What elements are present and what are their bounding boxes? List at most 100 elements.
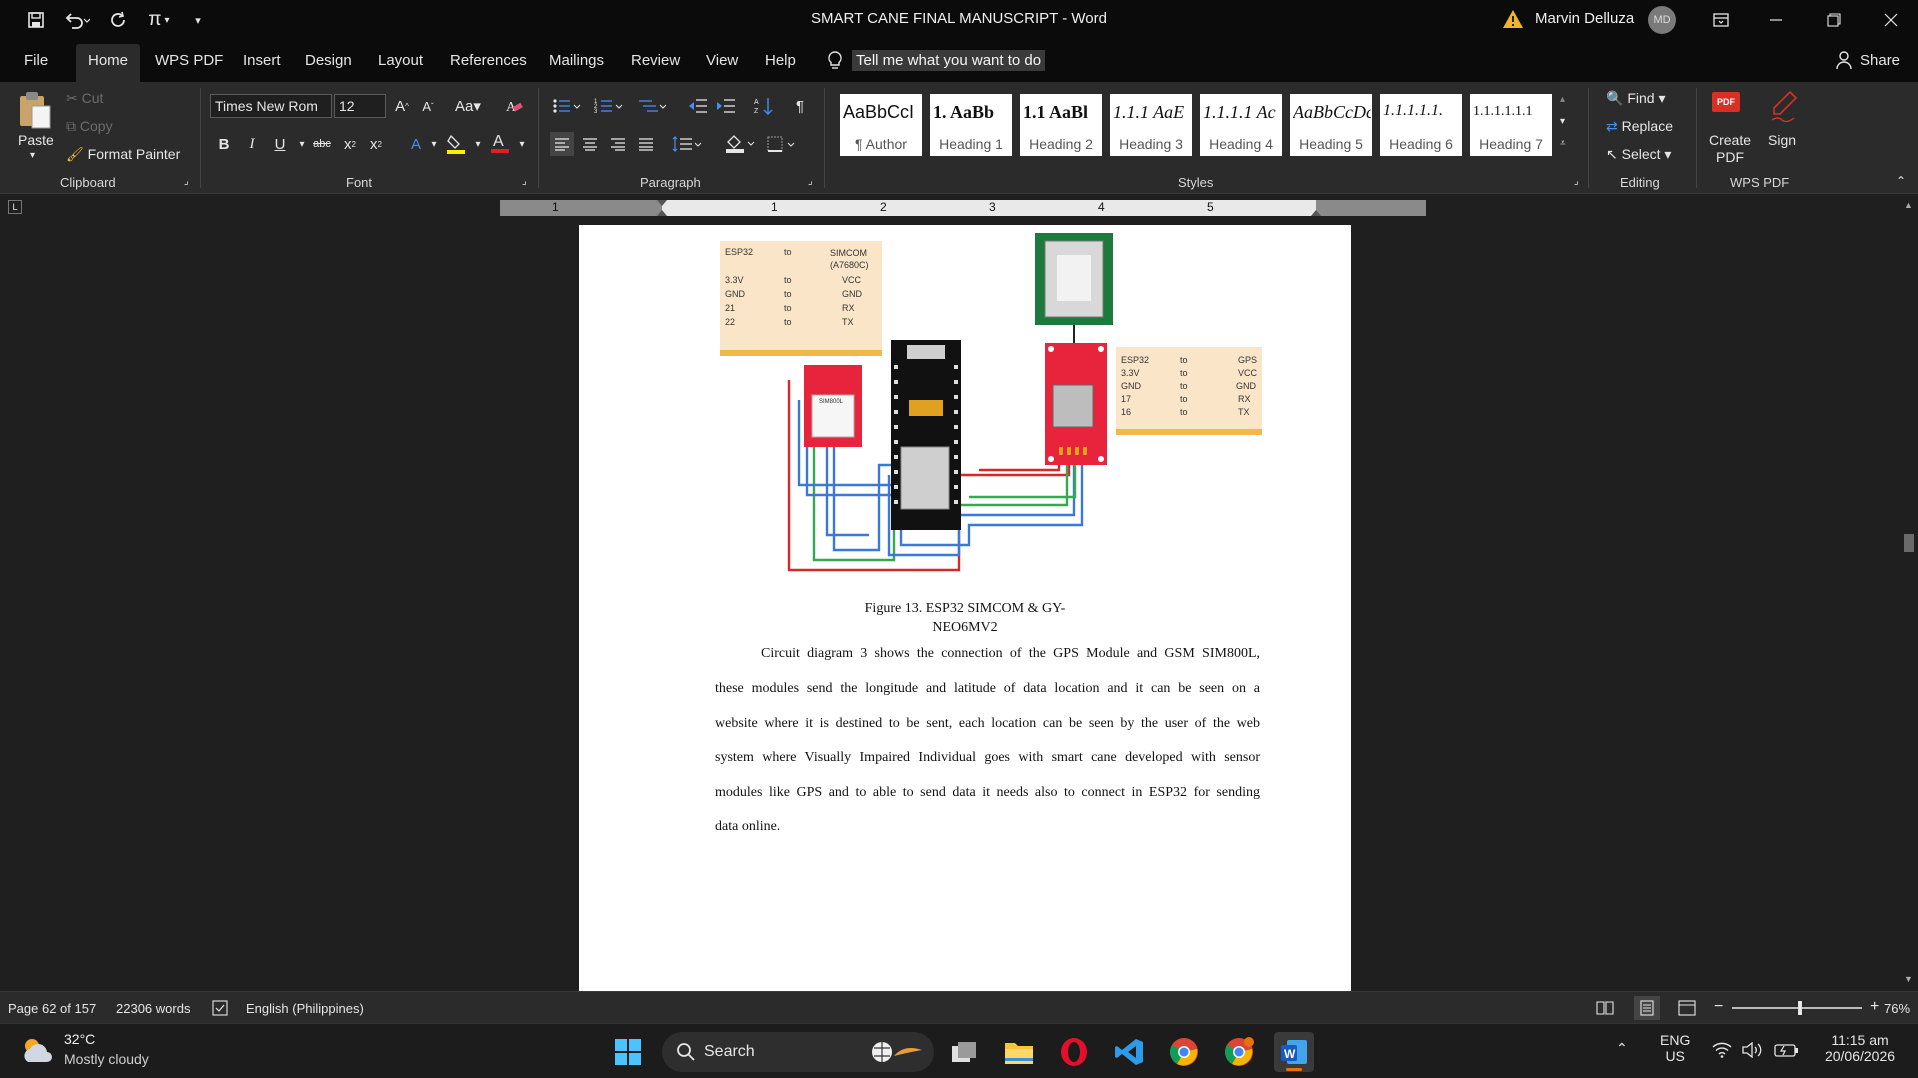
zoom-level[interactable]: 76% — [1884, 1001, 1910, 1016]
language-indicator[interactable]: English (Philippines) — [246, 1001, 364, 1016]
styles-scroll-down-icon[interactable]: ▾ — [1560, 116, 1565, 127]
paste-dropdown-icon[interactable]: ▾ — [30, 150, 35, 161]
tab-home[interactable]: Home — [76, 44, 141, 82]
proofing-icon[interactable] — [212, 1000, 228, 1016]
web-layout-icon[interactable] — [1678, 1000, 1696, 1016]
strikethrough-icon[interactable]: abc — [310, 132, 334, 156]
tab-wps-pdf[interactable]: WPS PDF — [155, 52, 223, 69]
justify-icon[interactable] — [634, 132, 658, 156]
weather-description[interactable]: Mostly cloudy — [64, 1051, 149, 1067]
font-name-box[interactable]: Times New Rom — [210, 94, 332, 118]
borders-icon[interactable] — [764, 132, 800, 156]
document-page[interactable]: SIM800L ESP32 to SIMCOM (A7680C) 3.3V to… — [579, 225, 1351, 991]
show-formatting-marks-icon[interactable]: ¶ — [788, 94, 812, 118]
highlight-dropdown-icon[interactable]: ▾ — [466, 132, 490, 156]
chrome-icon[interactable] — [1164, 1032, 1204, 1072]
indent-marker-icon[interactable] — [657, 200, 667, 216]
styles-more-icon[interactable]: ⩡ — [1560, 138, 1566, 149]
multilevel-list-icon[interactable] — [636, 94, 670, 118]
font-size-box[interactable]: 12 — [334, 94, 386, 118]
battery-icon[interactable] — [1774, 1042, 1800, 1058]
weather-icon[interactable] — [20, 1036, 56, 1064]
chrome-profile-icon[interactable] — [1219, 1032, 1259, 1072]
taskbar-search-box[interactable]: Search — [662, 1032, 934, 1072]
text-effects-dropdown-icon[interactable]: ▾ — [422, 132, 446, 156]
superscript-icon[interactable]: x2 — [364, 132, 388, 156]
font-launcher-icon[interactable]: ⌟ — [522, 176, 527, 187]
style-heading-3[interactable]: 1.1.1 AaE Heading 3 — [1110, 94, 1192, 156]
wifi-icon[interactable] — [1712, 1042, 1732, 1058]
tab-mailings[interactable]: Mailings — [549, 52, 604, 69]
cut-button[interactable]: ✂ Cut — [66, 90, 103, 107]
file-explorer-icon[interactable] — [999, 1032, 1039, 1072]
zoom-out-icon[interactable]: − — [1714, 998, 1723, 1016]
style-heading-6[interactable]: 1.1.1.1.1. Heading 6 — [1380, 94, 1462, 156]
style-heading-4[interactable]: 1.1.1.1 Ac Heading 4 — [1200, 94, 1282, 156]
right-indent-marker-icon[interactable] — [1311, 208, 1321, 216]
scroll-down-icon[interactable]: ▼ — [1904, 974, 1913, 984]
show-hidden-icons-icon[interactable]: ⌃ — [1616, 1040, 1628, 1057]
close-icon[interactable] — [1868, 0, 1914, 40]
numbering-icon[interactable]: 123 — [592, 94, 626, 118]
style-heading-7[interactable]: 1.1.1.1.1.1 Heading 7 — [1470, 94, 1552, 156]
line-spacing-icon[interactable] — [670, 132, 704, 156]
paragraph-launcher-icon[interactable]: ⌟ — [808, 176, 813, 187]
bold-icon[interactable]: B — [212, 132, 236, 156]
scrollbar-thumb[interactable] — [1904, 534, 1914, 552]
zoom-slider-thumb[interactable] — [1798, 1001, 1802, 1015]
print-layout-icon[interactable] — [1634, 996, 1660, 1020]
vscode-icon[interactable] — [1109, 1032, 1149, 1072]
tab-layout[interactable]: Layout — [378, 52, 423, 69]
change-case-button[interactable]: Aa ▾ — [452, 94, 484, 118]
increase-indent-icon[interactable] — [714, 94, 738, 118]
style-heading-5[interactable]: AaBbCcDc Heading 5 — [1290, 94, 1372, 156]
save-icon[interactable] — [22, 8, 50, 32]
paste-button[interactable]: Paste — [18, 132, 54, 148]
undo-icon[interactable] — [60, 8, 94, 32]
align-left-icon[interactable] — [550, 132, 574, 156]
underline-icon[interactable]: U — [268, 132, 292, 156]
clipboard-launcher-icon[interactable]: ⌟ — [184, 176, 189, 187]
redo-icon[interactable] — [106, 8, 132, 32]
clock[interactable]: 11:15 am 20/06/2026 — [1818, 1032, 1902, 1064]
collapse-ribbon-icon[interactable]: ⌃ — [1896, 174, 1906, 188]
copy-button[interactable]: ⧉ Copy — [66, 118, 113, 135]
sign-button[interactable]: Sign — [1768, 132, 1796, 148]
shrink-font-icon[interactable]: Aˇ — [416, 94, 440, 118]
style-heading-1[interactable]: 1. AaBb Heading 1 — [930, 94, 1012, 156]
sign-pen-icon[interactable] — [1770, 90, 1798, 122]
style-heading-2[interactable]: 1.1 AaBl Heading 2 — [1020, 94, 1102, 156]
highlight-color-icon[interactable] — [444, 132, 468, 156]
subscript-icon[interactable]: x2 — [338, 132, 362, 156]
avatar[interactable]: MD — [1648, 6, 1676, 34]
create-pdf-icon[interactable]: PDF — [1712, 92, 1740, 112]
align-center-icon[interactable] — [578, 132, 602, 156]
align-right-icon[interactable] — [606, 132, 630, 156]
customize-qat-icon[interactable]: ▾ — [190, 8, 206, 32]
restore-icon[interactable] — [1811, 0, 1857, 40]
find-button[interactable]: 🔍 Find ▾ — [1606, 90, 1665, 107]
zoom-in-icon[interactable]: + — [1870, 998, 1879, 1016]
bullets-icon[interactable] — [550, 94, 584, 118]
clear-formatting-icon[interactable]: A — [502, 94, 526, 118]
style-author[interactable]: AaBbCcI ¶ Author — [840, 94, 922, 156]
warning-icon[interactable] — [1502, 8, 1524, 30]
font-color-icon[interactable]: A — [488, 130, 512, 154]
volume-icon[interactable] — [1742, 1042, 1764, 1058]
task-view-icon[interactable] — [944, 1032, 984, 1072]
minimize-icon[interactable] — [1753, 0, 1799, 40]
select-button[interactable]: ↖ Select ▾ — [1606, 146, 1671, 163]
decrease-indent-icon[interactable] — [686, 94, 710, 118]
user-name[interactable]: Marvin Delluza — [1535, 10, 1634, 27]
font-color-dropdown-icon[interactable]: ▾ — [510, 132, 534, 156]
format-painter-button[interactable]: 🖌 Format Painter — [66, 146, 180, 163]
share-person-icon[interactable] — [1836, 50, 1854, 70]
zoom-slider[interactable] — [1732, 1001, 1862, 1015]
ribbon-display-options-icon[interactable] — [1698, 0, 1744, 40]
tab-help[interactable]: Help — [765, 52, 796, 69]
tab-insert[interactable]: Insert — [243, 52, 281, 69]
opera-browser-icon[interactable] — [1054, 1032, 1094, 1072]
replace-button[interactable]: ⇄ Replace — [1606, 118, 1673, 135]
windows-start-icon[interactable] — [608, 1032, 648, 1072]
share-button[interactable]: Share — [1860, 52, 1900, 69]
